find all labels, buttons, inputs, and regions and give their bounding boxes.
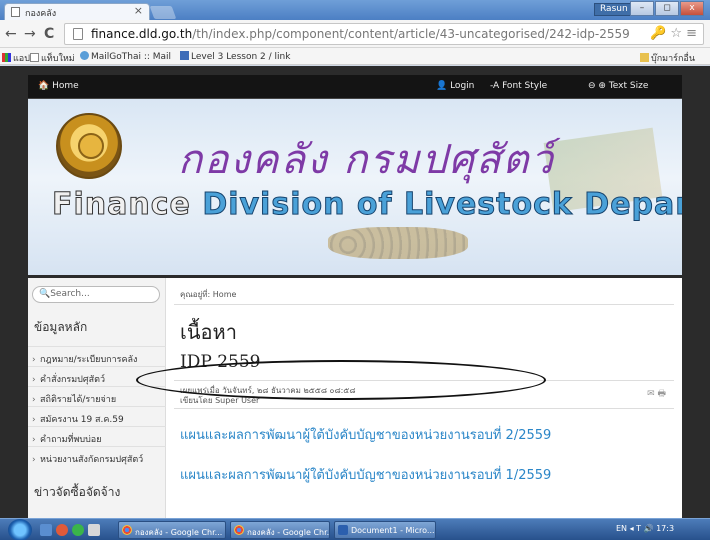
login-link[interactable]: 👤 Login	[436, 81, 474, 91]
font-style-button[interactable]: -A Font Style	[490, 81, 547, 91]
other-bookmarks[interactable]: บุ๊กมาร์กอื่น	[640, 51, 695, 65]
sidebar-item[interactable]: › หน่วยงานสังกัดกรมปศุสัตว์	[28, 446, 166, 466]
chevron-right-icon: ›	[32, 455, 36, 465]
apps-icon	[2, 53, 11, 62]
page-icon	[73, 28, 83, 40]
sidebar-heading-procurement: ข่าวจัดซื้อจัดจ้าง	[34, 485, 121, 499]
zoom-icon: ⊖ ⊕	[588, 81, 609, 91]
page-favicon-icon	[11, 7, 20, 17]
minimize-button[interactable]: –	[630, 1, 654, 16]
taskbar-chrome-2[interactable]: กองคลัง - Google Chr...	[230, 521, 330, 539]
sidebar-item[interactable]: › สมัครงาน 19 ส.ค.59	[28, 406, 166, 426]
profile-badge[interactable]: Rasun	[594, 3, 634, 16]
department-seal-icon	[56, 113, 122, 179]
close-window-button[interactable]: x	[680, 1, 704, 16]
reload-button[interactable]: C	[44, 26, 54, 42]
home-icon: 🏠	[38, 81, 53, 91]
email-print-icon[interactable]: ✉ 🖶	[647, 386, 666, 402]
document-link-round1[interactable]: แผนและผลการพัฒนาผู้ใต้บังคับบัญชาของหน่ว…	[180, 464, 551, 485]
sidebar-item[interactable]: › กฎหมาย/ระเบียบการคลัง	[28, 346, 166, 366]
browser-toolbar: ← → C finance.dld.go.th/th/index.php/com…	[0, 20, 710, 48]
word-icon	[338, 525, 348, 535]
divider	[174, 408, 674, 409]
chrome-icon	[122, 525, 132, 535]
chrome-icon	[234, 525, 244, 535]
banner-english-title: Finance Division of Livestock Department	[52, 187, 682, 223]
coins-image	[328, 227, 468, 259]
address-bar[interactable]: finance.dld.go.th/th/index.php/component…	[64, 23, 704, 45]
bookmark-star-icon[interactable]: 🔑 ☆ ≡	[650, 26, 697, 41]
page-icon	[30, 53, 39, 62]
window-controls: – ◻ x	[630, 1, 704, 16]
search-icon: 🔍	[39, 289, 51, 299]
chevron-right-icon: ›	[32, 355, 36, 365]
new-tab-button[interactable]	[149, 6, 177, 19]
bookmark-lesson[interactable]: Level 3 Lesson 2 / link	[180, 51, 290, 62]
taskbar-chrome-1[interactable]: กองคลัง - Google Chr...	[118, 521, 226, 539]
chrome-icon[interactable]	[72, 524, 84, 536]
media-player-icon[interactable]	[56, 524, 68, 536]
taskbar-word[interactable]: Document1 - Micro...	[334, 521, 436, 539]
sidebar-heading-main: ข้อมูลหลัก	[34, 320, 88, 334]
text-size-button[interactable]: ⊖ ⊕ Text Size	[588, 81, 648, 91]
windows-taskbar: กองคลัง - Google Chr... กองคลัง - Google…	[0, 518, 710, 540]
folder-icon	[640, 53, 649, 62]
chevron-right-icon: ›	[32, 375, 36, 385]
home-link[interactable]: 🏠 Home	[38, 81, 79, 91]
bookmark-mail[interactable]: MailGoThai :: Mail	[80, 51, 171, 62]
start-button[interactable]	[8, 519, 32, 540]
browser-titlebar: กองคลัง × Rasun – ◻ x	[0, 0, 710, 20]
sidebar: 🔍Search... ข้อมูลหลัก › กฎหมาย/ระเบียบการ…	[28, 278, 166, 518]
screen: กองคลัง × Rasun – ◻ x ← → C finance.dld.…	[0, 0, 710, 540]
quicklaunch-icon[interactable]	[40, 524, 52, 536]
url-text: finance.dld.go.th/th/index.php/component…	[91, 27, 630, 41]
sidebar-item[interactable]: › สถิติรายได้/รายจ่าย	[28, 386, 166, 406]
maximize-button[interactable]: ◻	[655, 1, 679, 16]
bookmark-newtab[interactable]: แท็บใหม่	[30, 51, 75, 65]
chevron-right-icon: ›	[32, 415, 36, 425]
document-link-round2[interactable]: แผนและผลการพัฒนาผู้ใต้บังคับบัญชาของหน่ว…	[180, 424, 551, 445]
banner-thai-title: กองคลัง กรมปศุสัตว์	[178, 137, 555, 183]
mail-icon	[80, 51, 89, 60]
tab-title: กองคลัง	[25, 9, 57, 19]
back-button[interactable]: ←	[5, 26, 17, 42]
forward-button[interactable]: →	[24, 26, 36, 42]
chevron-right-icon: ›	[32, 395, 36, 405]
site-banner: กองคลัง กรมปศุสัตว์ Finance Division of …	[28, 99, 682, 275]
search-input[interactable]: 🔍Search...	[32, 286, 160, 303]
page-title: เนื้อหา	[180, 320, 237, 344]
sidebar-item[interactable]: › คำถามที่พบบ่อย	[28, 426, 166, 446]
chevron-right-icon: ›	[32, 435, 36, 445]
breadcrumb: คุณอยู่ที่: Home	[180, 290, 237, 299]
bookmark-apps[interactable]: แอป	[2, 51, 30, 65]
divider	[174, 304, 674, 305]
browser-tab[interactable]: กองคลัง ×	[4, 3, 150, 20]
system-tray[interactable]: EN ◂ T 🔊 17:3	[616, 524, 674, 533]
lesson-icon	[180, 51, 189, 60]
site-navbar: 🏠 Home 👤 Login -A Font Style ⊖ ⊕ Text Si…	[28, 75, 682, 99]
tab-close-icon[interactable]: ×	[134, 4, 143, 17]
explorer-icon[interactable]	[88, 524, 100, 536]
font-icon: -A	[490, 81, 503, 91]
bookmarks-bar: แอป แท็บใหม่ MailGoThai :: Mail Level 3 …	[0, 48, 710, 65]
highlight-ellipse	[136, 360, 546, 400]
web-page: 🏠 Home 👤 Login -A Font Style ⊖ ⊕ Text Si…	[0, 66, 710, 518]
user-icon: 👤	[436, 81, 451, 91]
